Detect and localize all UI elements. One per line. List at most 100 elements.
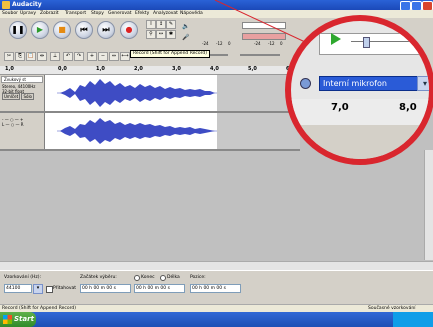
timeshift-tool-icon[interactable]: ↔ (156, 30, 166, 39)
zoom-slider[interactable] (351, 41, 421, 42)
selection-end-field[interactable]: 00 h 00 m 00 s (134, 284, 185, 293)
pause-button[interactable]: ❚❚ (9, 21, 27, 39)
zoom-out-icon[interactable]: − (98, 52, 108, 61)
fit-project-icon[interactable]: ⟷ (120, 52, 130, 61)
menu-transport[interactable]: Transport (65, 11, 86, 16)
menu-zobrazit[interactable]: Zobrazit (40, 11, 59, 16)
zoom-ruler: 7,0 8,0 (291, 99, 429, 126)
record-icon: ● (125, 25, 133, 34)
zoom-play-icon (331, 33, 341, 45)
title-bar: Audacity (0, 0, 433, 11)
waveform-channel-right[interactable] (45, 113, 300, 149)
record-meter[interactable] (242, 33, 286, 40)
stop-button[interactable]: ■ (53, 21, 71, 39)
skip-start-icon: ⏮ (80, 25, 88, 34)
track-control-panel: Zvukový st Stereo, 44100Hz 32-bit float … (0, 75, 45, 111)
meter-tick: 0 (280, 41, 283, 46)
window-title: Audacity (12, 1, 42, 8)
rate-label: Vzorkování (Hz): (4, 275, 41, 280)
ruler-label: 1,0 (96, 66, 105, 72)
zoom-ruler-label: 7,0 (331, 102, 349, 113)
windows-taskbar: Start (0, 312, 433, 327)
undo-icon[interactable]: ↶ (63, 52, 73, 61)
snap-checkbox[interactable] (46, 286, 53, 293)
ruler-label: 1,0 (5, 66, 14, 72)
magnified-callout: Interní mikrofon ▾ 7,0 8,0 (285, 15, 433, 165)
menu-efekty[interactable]: Efekty (135, 11, 149, 16)
play-button[interactable]: ▶ (31, 21, 49, 39)
windows-logo-icon (3, 315, 12, 324)
end-radio[interactable] (134, 275, 140, 281)
track-control-panel-2: - — ○ — + L — ○ — R (0, 113, 45, 149)
audio-track-channel-2[interactable]: - — ○ — + L — ○ — R 1,0 0,0 -1,0 (0, 113, 300, 151)
draw-tool-icon[interactable]: ✎ (166, 20, 176, 29)
pan-slider[interactable]: L — ○ — R (0, 122, 44, 127)
trim-icon[interactable]: ⇹ (37, 52, 47, 61)
meter-tick: 0 (228, 41, 231, 46)
ruler-label: 4,0 (210, 66, 219, 72)
zoom-in-icon[interactable]: + (87, 52, 97, 61)
cut-icon[interactable]: ✂ (4, 52, 14, 61)
length-radio[interactable] (160, 275, 166, 281)
pause-icon: ❚❚ (11, 25, 25, 34)
speaker-icon: 🔈 (182, 23, 190, 30)
waveform-channel-left[interactable] (45, 75, 300, 111)
position-label: Pozice: (190, 275, 206, 280)
skip-end-icon: ⏭ (102, 25, 110, 34)
silence-icon[interactable]: ⟂ (50, 52, 60, 61)
skip-end-button[interactable]: ⏭ (97, 21, 115, 39)
meter-tick: -12 (216, 41, 223, 46)
menu-soubor[interactable]: Soubor (2, 11, 18, 16)
solo-button[interactable]: Sólo (21, 93, 34, 100)
timeline-ruler[interactable]: 1,0 0,0 1,0 2,0 3,0 4,0 5,0 6,0 (0, 66, 300, 75)
menu-napoveda[interactable]: Nápověda (180, 11, 203, 16)
fit-selection-icon[interactable]: ⇔ (109, 52, 119, 61)
audacity-icon (2, 1, 10, 9)
redo-icon[interactable]: ↷ (74, 52, 84, 61)
copy-icon[interactable]: ⎘ (15, 52, 25, 61)
stop-icon: ■ (58, 25, 66, 34)
microphone-icon: 🎤 (182, 34, 190, 41)
rate-select[interactable]: 44100 (4, 284, 32, 293)
record-volume-slider[interactable] (240, 54, 280, 56)
zoom-slider-thumb[interactable] (363, 37, 370, 48)
ruler-label: 3,0 (172, 66, 181, 72)
skip-start-button[interactable]: ⏮ (75, 21, 93, 39)
menu-analyzovat[interactable]: Analyzovat (153, 11, 178, 16)
track-name-menu[interactable]: Zvukový st (1, 76, 43, 83)
track-buttons: Umlčet Sólo (0, 93, 44, 100)
start-label: Start (14, 315, 34, 323)
quick-launch[interactable] (42, 315, 242, 324)
length-label: Délka (167, 275, 180, 280)
menu-generovat[interactable]: Generovat (108, 11, 132, 16)
selection-tool-icon[interactable]: I (146, 20, 156, 29)
menu-upravy[interactable]: Úpravy (20, 11, 36, 16)
multi-tool-icon[interactable]: ✱ (166, 30, 176, 39)
snap-label: Přitahovat (53, 286, 77, 291)
zoom-tool-icon[interactable]: ⚲ (146, 30, 156, 39)
menu-stopy[interactable]: Stopy (91, 11, 104, 16)
envelope-tool-icon[interactable]: ↕ (156, 20, 166, 29)
position-field[interactable]: 00 h 00 m 00 s (190, 284, 241, 293)
selection-start-field[interactable]: 00 h 00 m 00 s (80, 284, 131, 293)
play-icon: ▶ (36, 25, 44, 34)
record-button[interactable]: ● (120, 21, 138, 39)
playback-meter[interactable] (242, 22, 286, 29)
selection-start-label: Začátek výběru: (80, 275, 117, 280)
record-tooltip: Record (Shift for Append Record) (130, 50, 211, 58)
mute-button[interactable]: Umlčet (2, 93, 21, 100)
rate-dropdown-button[interactable]: ▾ (33, 284, 43, 294)
paste-icon[interactable]: 📋 (26, 52, 36, 61)
zoom-ruler-label: 8,0 (399, 102, 417, 113)
ruler-label: 0,0 (58, 66, 67, 72)
horizontal-scrollbar[interactable] (0, 261, 433, 270)
audio-track[interactable]: Zvukový st Stereo, 44100Hz 32-bit float … (0, 75, 300, 113)
input-device-dropdown-button[interactable]: ▾ (417, 76, 429, 91)
selection-bar: Vzorkování (Hz): 44100 ▾ Přitahovat Začá… (0, 270, 433, 305)
zoom-mic-icon (300, 78, 311, 89)
vertical-scrollbar[interactable] (424, 150, 433, 260)
meter-tick: -24 (254, 41, 261, 46)
input-device-select[interactable]: Interní mikrofon (319, 76, 419, 91)
start-button[interactable]: Start (0, 312, 36, 327)
end-label: Konec (141, 275, 155, 280)
